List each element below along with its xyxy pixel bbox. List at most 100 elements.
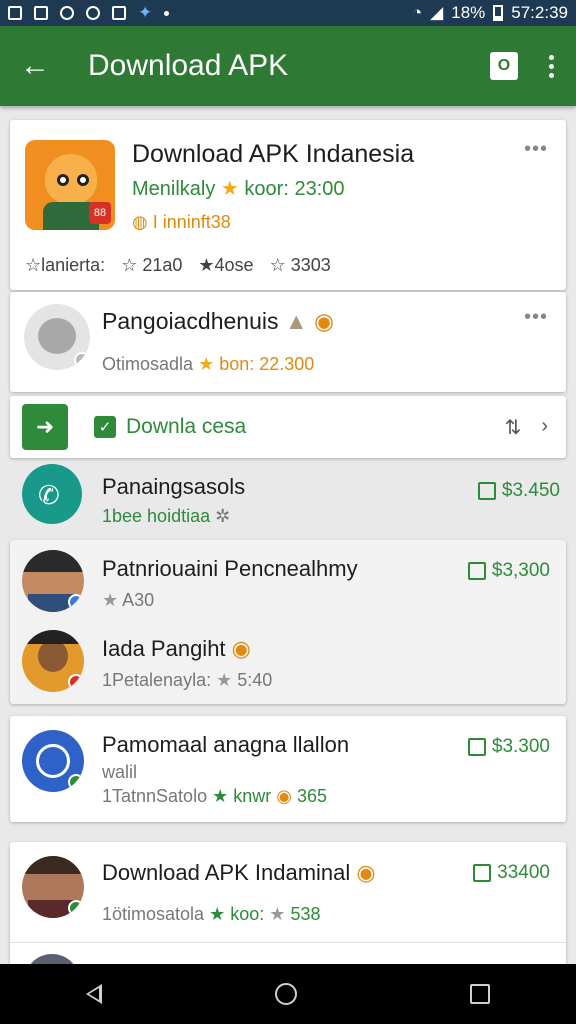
overflow-menu-icon[interactable]: [546, 54, 556, 78]
star-icon: ★: [269, 904, 286, 924]
phone-avatar: ✆: [22, 464, 82, 524]
stat-2: 21a0: [142, 255, 183, 275]
row-price: $3,300: [467, 560, 550, 582]
star-icon: ★: [198, 255, 215, 275]
thumbs-up-icon: [467, 562, 486, 580]
row-rating: knwr: [233, 786, 272, 806]
row-price: $3.450: [477, 480, 560, 502]
system-nav-bar: [0, 964, 576, 1024]
star-icon: ★: [216, 670, 233, 690]
nav-back-icon[interactable]: [86, 984, 103, 1004]
checkbox-icon[interactable]: ✓: [94, 416, 116, 438]
row-title: Iada Pangiht ◉: [102, 636, 251, 662]
camera-button[interactable]: O: [490, 52, 518, 80]
message-icon: [112, 6, 126, 20]
star-outline-icon: ☆: [269, 255, 286, 275]
row-sub-2: walil: [102, 762, 138, 782]
app-price: I inninft38: [152, 212, 231, 232]
row-title: Patnriouaini Pencnealhmy: [102, 556, 358, 581]
notification-icons: ✦: [8, 3, 170, 23]
person-avatar: [22, 550, 84, 612]
list-item[interactable]: Download APK Indaminal ◉ 1ötimosatola ★ …: [10, 842, 566, 1010]
app-bar: ← Download APK O: [0, 26, 576, 106]
people-card: Patnriouaini Pencnealhmy ★ A30 $3,300 Ia…: [10, 540, 566, 704]
tiger-emoji-icon: ◉: [314, 308, 335, 334]
row-sub-line: 1bee hoidtiaa ✲: [102, 506, 230, 527]
row-price: $3.300: [467, 736, 550, 758]
divider: [10, 942, 566, 943]
row-sub: 1bee hoidtiaa: [102, 506, 211, 526]
battery-icon: [493, 5, 504, 21]
nav-home-icon[interactable]: [274, 983, 297, 1005]
app-card[interactable]: ••• Pangoiacdhenuis ▲ ◉ Otimosadla ★ bon…: [10, 292, 566, 392]
app-rating: koor: 23:00: [244, 178, 345, 200]
app-title: Pangoiacdhenuis ▲ ◉: [102, 308, 334, 335]
row-title: Pamomaal anagna llallon: [102, 732, 350, 757]
list-item[interactable]: ✆ Panaingsasols 1bee hoidtiaa ✲ $3.450: [0, 462, 576, 538]
star-outline-icon: ☆: [25, 255, 42, 275]
app-rating: bon: 22.300: [219, 354, 315, 374]
list-item[interactable]: Iada Pangiht ◉ 1Petalenayla: ★ 5:40: [10, 622, 566, 704]
app-icon: 88: [25, 140, 115, 230]
star-icon: ★: [212, 786, 229, 806]
tiger-emoji-icon: ◉: [231, 636, 251, 661]
list-item[interactable]: Pamomaal anagna llallon walil 1TatnnSato…: [10, 716, 566, 822]
row-rating: 5:40: [237, 670, 273, 690]
tiger-emoji-icon: ◉: [356, 860, 376, 885]
stats-row: ☆lanierta: ☆ 21a0 ★4ose ☆ 3303: [25, 255, 331, 276]
row-sub: A30: [122, 590, 155, 610]
download-bar[interactable]: ➜ ✓ Downla cesa ⇅ ›: [10, 396, 566, 458]
thumbs-up-icon: [467, 738, 486, 756]
row-rating: koo:: [230, 904, 265, 924]
app-developer: Menilkaly: [132, 178, 216, 200]
featured-app-card[interactable]: 88 ••• Download APK Indanesia Menilkaly …: [10, 120, 566, 290]
star-icon: ★: [102, 590, 119, 610]
dot-icon: [164, 10, 170, 16]
app-sub: Otimosadla: [102, 354, 194, 374]
status-bar: ✦ ◔ ◢ 18% 57:2:39: [0, 0, 576, 26]
app-developer-line: Menilkaly ★ koor: 23:00: [132, 176, 345, 201]
row-count: 365: [297, 786, 328, 806]
chevron-right-icon[interactable]: ›: [541, 415, 548, 440]
star-outline-icon: ☆: [121, 255, 138, 275]
row-price: 33400: [473, 862, 550, 884]
phone-icon: ✆: [38, 480, 60, 510]
thumbs-up-icon: [477, 482, 496, 500]
clock-time: 57:2:39: [511, 3, 568, 22]
app-price-line: ◍ I inninft38: [132, 212, 231, 233]
nav-recents-icon[interactable]: [469, 984, 490, 1004]
row-title: Download APK Indaminal ◉: [102, 860, 376, 886]
download-label: Downla cesa: [126, 415, 247, 438]
sparkle-icon: ✲: [215, 506, 231, 526]
sort-icon[interactable]: ⇅: [505, 415, 522, 440]
row-price-text: $3.300: [491, 736, 550, 757]
chat-avatar: [22, 730, 84, 792]
battery-percent: 18%: [451, 3, 486, 22]
image-icon: [8, 6, 22, 20]
row-title: Panaingsasols: [102, 474, 246, 499]
row-sub-line: 1ötimosatola ★ koo: ★ 538: [102, 904, 320, 925]
row-sub: 1Petalenayla:: [102, 670, 212, 690]
person-avatar: [22, 630, 84, 692]
back-arrow-icon[interactable]: ←: [0, 49, 70, 83]
more-icon[interactable]: •••: [524, 306, 548, 329]
more-icon[interactable]: •••: [524, 138, 548, 161]
person-avatar: [22, 856, 84, 918]
shield-icon: [60, 6, 74, 20]
signal-icon: ◢: [430, 3, 444, 22]
stat-4: 3303: [290, 255, 331, 275]
row-sub-line: 1TatnnSatolo ★ knwr ◉ 365: [102, 786, 327, 807]
app-badge-icon: 88: [89, 202, 111, 224]
row-price-text: 33400: [497, 862, 550, 883]
row-sub: 1TatnnSatolo: [102, 786, 208, 806]
row-sub: 1ötimosatola: [102, 904, 205, 924]
wifi-icon: ◔: [411, 3, 423, 22]
row-title-text: Download APK Indaminal: [102, 860, 351, 885]
stat-3: 4ose: [214, 255, 254, 275]
list-item[interactable]: Patnriouaini Pencnealhmy ★ A30 $3,300: [10, 540, 566, 622]
share-arrow-icon[interactable]: ➜: [22, 404, 68, 450]
stat-1: lanierta:: [41, 255, 106, 275]
emoji-icon: ◉: [276, 786, 293, 806]
row-price-text: $3.450: [501, 480, 560, 501]
row-count: 538: [290, 904, 321, 924]
